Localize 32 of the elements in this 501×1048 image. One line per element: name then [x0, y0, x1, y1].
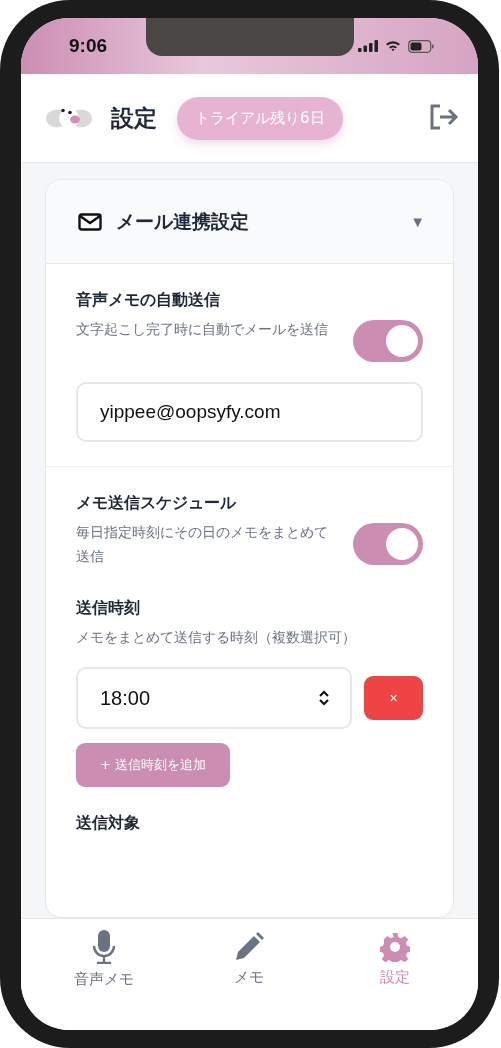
setting-title: 音声メモの自動送信	[76, 290, 221, 311]
toggle-switch[interactable]	[353, 320, 423, 362]
email-field[interactable]: yippee@oopsyfy.com	[76, 382, 423, 442]
tab-bar-item[interactable]: メモ	[194, 919, 305, 1000]
chevrons-icon	[318, 689, 330, 707]
setting-description: 文字起こし完了時に自動でメールを送信	[76, 320, 329, 339]
battery-icon	[408, 39, 434, 53]
tab-bar-item[interactable]: 設定	[340, 919, 451, 1000]
setting-title: メモ送信スケジュール	[76, 493, 237, 514]
time-select[interactable]: 18:00	[76, 667, 352, 729]
remove-button[interactable]: ×	[364, 676, 423, 720]
section-title: メール連携設定	[116, 209, 249, 234]
setting-description: 毎日指定時刻にその日のメモをまとめて送信	[76, 523, 329, 566]
status-time: 9:06	[69, 35, 108, 57]
section-header[interactable]: メール連携設定 ▼	[46, 180, 453, 264]
signal-icon	[358, 40, 378, 52]
tab-bar-item[interactable]: 音声メモ	[48, 919, 159, 1000]
logo-icon	[45, 106, 93, 130]
microphone-icon	[91, 930, 116, 964]
pencil-icon	[234, 932, 265, 962]
trial-badge: トライアル残り6日	[177, 96, 343, 140]
mail-icon	[78, 212, 102, 231]
setting-description: メモをまとめて送信する時刻（複数選択可）	[76, 628, 357, 647]
page-title: 設定	[111, 103, 157, 133]
settings-icon	[380, 932, 411, 962]
setting-title: 送信時刻	[76, 598, 141, 619]
add-time-button[interactable]: + 送信時刻を追加	[76, 743, 231, 787]
wifi-icon	[385, 40, 401, 52]
setting-title: 送信対象	[76, 813, 141, 834]
caret-icon: ▼	[410, 213, 425, 230]
logout-icon	[428, 102, 460, 131]
toggle-switch[interactable]	[353, 523, 423, 565]
